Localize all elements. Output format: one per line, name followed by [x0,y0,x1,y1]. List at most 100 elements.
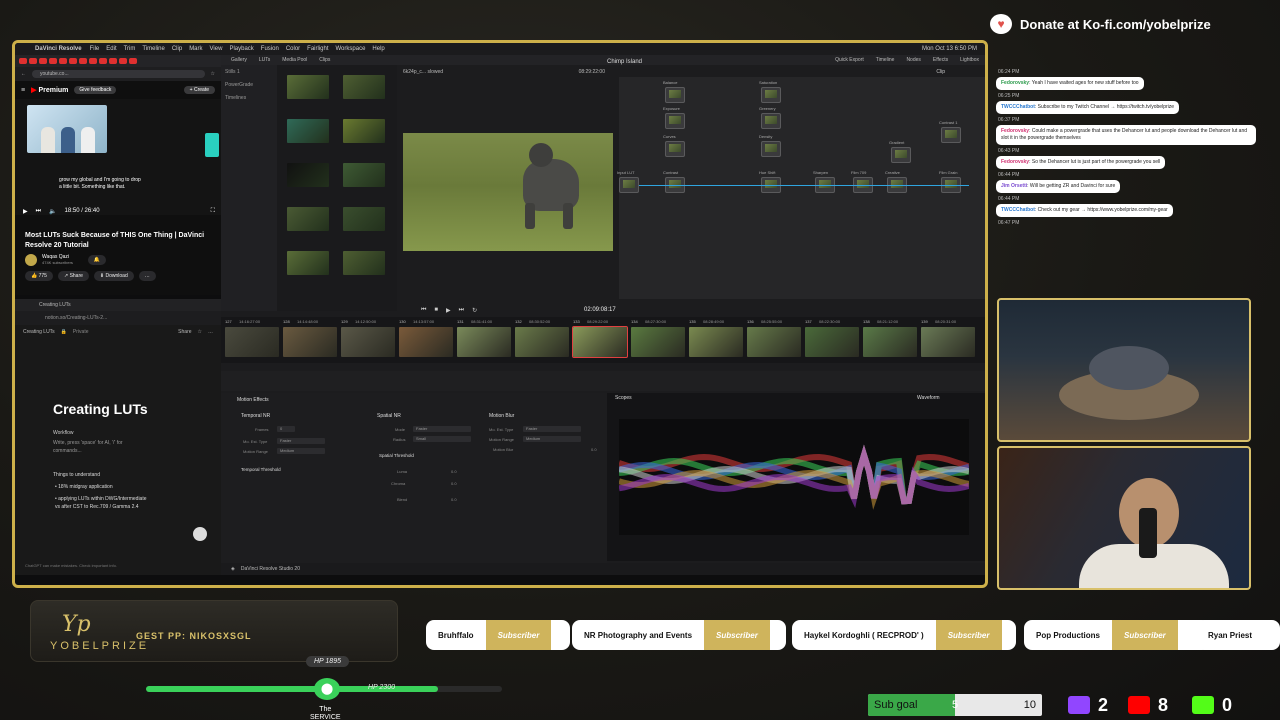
timeline-clip[interactable] [515,327,569,357]
timeline-clip[interactable] [572,326,628,358]
mb-blur-value[interactable]: 0.0 [591,447,597,452]
luma-value[interactable]: 0.0 [451,469,457,474]
chat-username[interactable]: Fedorovsky [1001,128,1029,134]
kofi-banner[interactable]: ♥ Donate at Ko-fi.com/yobelprize [990,12,1211,36]
menu-trim[interactable]: Trim [124,46,136,52]
node-mode[interactable]: Clip [936,69,945,75]
gallery-still[interactable] [287,163,329,187]
motion-range-dropdown[interactable]: Medium [277,448,325,454]
menu-fusion[interactable]: Fusion [261,46,279,52]
notify-icon[interactable]: 🔔 [87,255,107,265]
editor-placeholder[interactable]: Write, press 'space' for AI, '/' for com… [53,439,123,455]
tab-youtube[interactable] [29,58,37,64]
page-clips[interactable]: Clips [319,57,330,63]
video-player[interactable]: grow my global and I'm going to drop a l… [15,99,221,215]
radius-dropdown[interactable]: Small [413,436,471,442]
menu-view[interactable]: View [210,46,223,52]
chat-username[interactable]: Jim Orsetti [1001,183,1027,189]
viewer-image[interactable] [403,133,613,251]
right-tab-nodes[interactable]: Nodes [906,57,920,63]
gallery-still[interactable] [343,75,385,99]
gallery-still[interactable] [343,119,385,143]
tab-youtube[interactable] [49,58,57,64]
assistant-avatar-icon[interactable] [193,527,207,541]
chat-username[interactable]: Fedorovsky [1001,159,1029,165]
loop-icon[interactable]: ↻ [472,307,477,314]
page-luts[interactable]: LUTs [259,57,270,63]
star-icon[interactable]: ☆ [198,329,202,335]
timeline-clip[interactable] [805,327,859,357]
node-contrast-1[interactable] [941,127,961,143]
fullscreen-icon[interactable]: ⛶ [211,208,221,215]
channel-avatar[interactable] [25,254,37,266]
next-icon[interactable]: ⏭ [36,208,41,215]
gallery-still[interactable] [287,207,329,231]
timeline-clip[interactable] [457,327,511,357]
notion-tab[interactable]: Creating LUTs [15,299,221,311]
sidebar-item-timelines[interactable]: Timelines [225,95,273,101]
menu-workspace[interactable]: Workspace [336,46,366,52]
node-saturation[interactable] [761,87,781,103]
stop-icon[interactable]: ■ [434,307,438,314]
star-icon[interactable]: ☆ [211,71,215,77]
create-button[interactable]: + Create [183,86,215,94]
mo-est-dropdown[interactable]: Faster [277,438,325,444]
menu-fairlight[interactable]: Fairlight [307,46,328,52]
share-button[interactable]: ↗ Share [57,271,89,281]
node-graph[interactable]: Clip Balance Exposure Curves Contrast Satura… [617,69,985,299]
youtube-logo[interactable]: ▶ Premium [31,86,68,94]
node-gradient[interactable] [891,147,911,163]
menu-help[interactable]: Help [372,46,384,52]
gallery-still[interactable] [287,251,329,275]
menu-edit[interactable]: Edit [106,46,116,52]
mode-dropdown[interactable]: Faster [413,426,471,432]
menu-timeline[interactable]: Timeline [142,46,164,52]
play-icon[interactable]: ▶ [23,208,28,215]
chroma-value[interactable]: 0.0 [451,481,457,486]
timeline-clip[interactable] [921,327,975,357]
more-icon[interactable]: … [138,271,156,281]
url-input[interactable]: youtube.co... [32,70,205,78]
menu-color[interactable]: Color [286,46,300,52]
menu-file[interactable]: File [90,46,100,52]
tab-youtube[interactable] [39,58,47,64]
breadcrumb-page[interactable]: Creating LUTs [23,329,55,335]
timeline-clip[interactable] [863,327,917,357]
timeline-clip[interactable] [747,327,801,357]
tab-youtube[interactable] [129,58,137,64]
node-input-lut[interactable] [619,177,639,193]
mb-est-dropdown[interactable]: Faster [523,426,581,432]
tab-youtube[interactable] [69,58,77,64]
timeline-clip[interactable] [631,327,685,357]
back-icon[interactable]: ← [21,71,26,77]
tab-youtube[interactable] [99,58,107,64]
node-greenery[interactable] [761,113,781,129]
tab-youtube[interactable] [79,58,87,64]
node-curves[interactable] [665,141,685,157]
gallery-still[interactable] [287,119,329,143]
timeline-clip[interactable] [283,327,337,357]
feedback-button[interactable]: Give feedback [74,86,117,94]
like-button[interactable]: 👍 775 [25,271,53,281]
timeline-clip[interactable] [225,327,279,357]
chat-username[interactable]: TWCCChatbot [1001,207,1035,213]
sidebar-item-powergrade[interactable]: PowerGrade [225,82,273,88]
right-tab-export[interactable]: Quick Export [835,57,864,63]
timeline-clip[interactable] [399,327,453,357]
rewind-icon[interactable]: ⏮ [421,307,426,314]
play-icon[interactable]: ▶ [446,307,451,314]
mb-range-dropdown[interactable]: Medium [523,436,581,442]
menu-mark[interactable]: Mark [189,46,202,52]
right-tab-lightbox[interactable]: Lightbox [960,57,985,63]
tab-youtube[interactable] [119,58,127,64]
sidebar-item-stills[interactable]: Stills 1 [225,69,273,75]
menu-playback[interactable]: Playback [229,46,253,52]
notion-url[interactable]: notion.so/Creating-LUTs-2... [15,311,221,325]
forward-icon[interactable]: ⏭ [459,307,464,314]
timeline-clip[interactable] [341,327,395,357]
more-icon[interactable]: … [208,329,213,335]
volume-icon[interactable]: 🔈 [49,208,56,215]
app-menu[interactable]: DaVinci Resolve [35,46,82,52]
timeline-clip[interactable] [689,327,743,357]
gallery-still[interactable] [343,207,385,231]
